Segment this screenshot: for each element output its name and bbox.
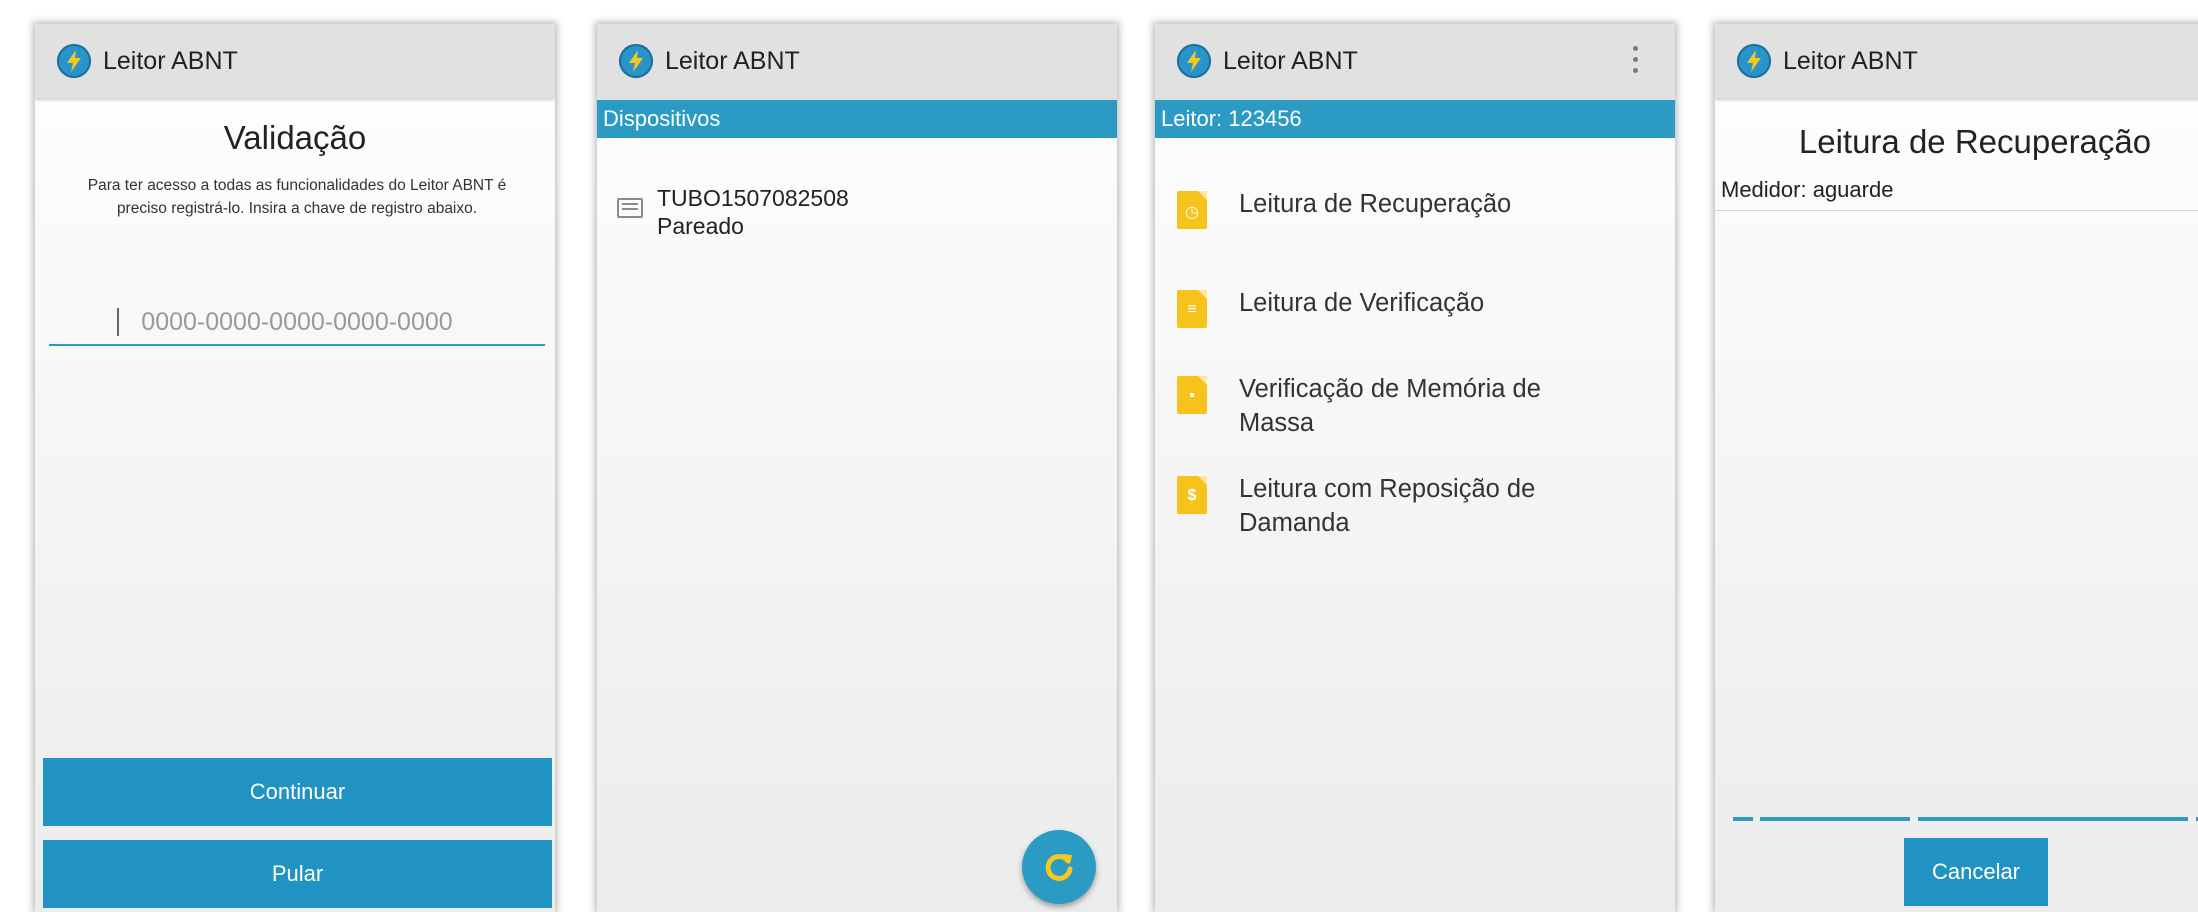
lightning-icon: [1737, 44, 1771, 78]
text-cursor: [117, 308, 119, 336]
skip-button[interactable]: Pular: [43, 840, 552, 908]
refresh-icon: [1045, 853, 1073, 881]
document-dollar-icon: $: [1177, 476, 1207, 514]
cancel-button[interactable]: Cancelar: [1904, 838, 2048, 906]
device-info: TUBO1507082508 Pareado: [657, 184, 849, 240]
progress-bar-segment: [1918, 817, 2188, 821]
registration-description: Para ter acesso a todas as funcionalidad…: [87, 177, 507, 217]
document-clock-icon: ◷: [1177, 191, 1207, 229]
app-bar: Leitor ABNT: [597, 24, 1117, 98]
progress-bar-segment: [1760, 817, 1910, 821]
device-icon: [617, 198, 643, 218]
overflow-menu-icon[interactable]: [1633, 46, 1639, 76]
screen-validation: Leitor ABNT Validação Para ter acesso a …: [35, 24, 555, 912]
lightning-icon: [1177, 44, 1211, 78]
screen-recovery-reading: Leitor ABNT Leitura de Recuperação Medid…: [1715, 24, 2198, 912]
section-header: Dispositivos: [597, 100, 1117, 138]
section-header: Leitor: 123456: [1155, 100, 1675, 138]
lightning-icon: [619, 44, 653, 78]
menu-item-label: Leitura de Verificação: [1239, 289, 1485, 317]
registration-key-input[interactable]: [49, 300, 545, 346]
app-title: Leitor ABNT: [1223, 46, 1358, 75]
menu-item-verificacao-memoria[interactable]: ▪ Verificação de Memória de Massa: [1177, 372, 1599, 440]
app-bar: Leitor ABNT: [35, 24, 555, 98]
menu-item-leitura-recuperacao[interactable]: ◷ Leitura de Recuperação: [1177, 187, 1599, 229]
device-status: Pareado: [657, 213, 744, 239]
device-name: TUBO1507082508: [657, 185, 849, 211]
device-list-item[interactable]: TUBO1507082508 Pareado: [617, 184, 849, 240]
app-bar: Leitor ABNT: [1155, 24, 1675, 98]
app-title: Leitor ABNT: [1783, 46, 1918, 75]
screen-reader-menu: Leitor ABNT Leitor: 123456 ◷ Leitura de …: [1155, 24, 1675, 912]
app-title: Leitor ABNT: [103, 46, 238, 75]
screen-devices: Leitor ABNT Dispositivos TUBO1507082508 …: [597, 24, 1117, 912]
app-title: Leitor ABNT: [665, 46, 800, 75]
document-lines-icon: ≡: [1177, 290, 1207, 328]
divider: [1715, 210, 2198, 211]
menu-item-label: Leitura com Reposição de Damanda: [1239, 475, 1536, 537]
menu-item-label: Leitura de Recuperação: [1239, 190, 1512, 218]
page-title: Validação: [223, 119, 367, 156]
page-title: Leitura de Recuperação: [1798, 123, 2152, 160]
progress-bar-segment: [1733, 817, 1753, 821]
app-bar: Leitor ABNT: [1715, 24, 2198, 98]
menu-item-leitura-verificacao[interactable]: ≡ Leitura de Verificação: [1177, 286, 1599, 328]
menu-item-label: Verificação de Memória de Massa: [1239, 375, 1541, 437]
lightning-icon: [57, 44, 91, 78]
continue-button[interactable]: Continuar: [43, 758, 552, 826]
meter-status: Medidor: aguarde: [1721, 177, 1894, 202]
document-chart-icon: ▪: [1177, 376, 1207, 414]
refresh-button[interactable]: [1022, 830, 1096, 904]
menu-item-reposicao-demanda[interactable]: $ Leitura com Reposição de Damanda: [1177, 472, 1599, 540]
